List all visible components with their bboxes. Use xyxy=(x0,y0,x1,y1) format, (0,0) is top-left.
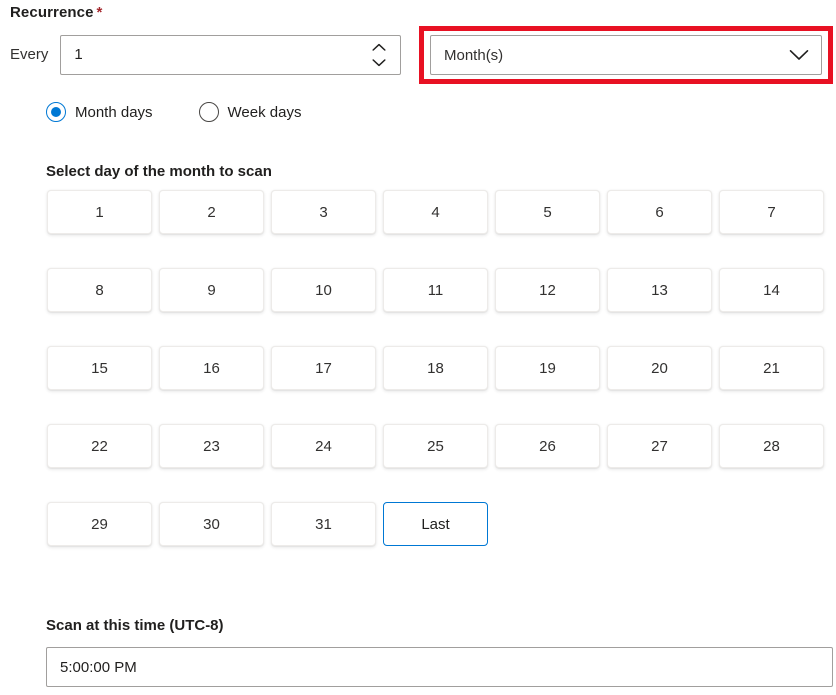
day-cell-23[interactable]: 23 xyxy=(159,424,264,468)
required-asterisk: * xyxy=(97,4,103,21)
scan-time-label: Scan at this time (UTC-8) xyxy=(46,617,224,634)
day-cell-13[interactable]: 13 xyxy=(607,268,712,312)
recurrence-unit-dropdown[interactable]: Month(s) xyxy=(430,35,822,75)
day-picker-grid: 1234567891011121314151617181920212223242… xyxy=(47,190,824,546)
day-cell-7[interactable]: 7 xyxy=(719,190,824,234)
chevron-down-icon xyxy=(783,49,815,61)
day-cell-17[interactable]: 17 xyxy=(271,346,376,390)
day-cell-20[interactable]: 20 xyxy=(607,346,712,390)
spinner-up-icon[interactable] xyxy=(369,40,389,55)
day-cell-1[interactable]: 1 xyxy=(47,190,152,234)
day-cell-5[interactable]: 5 xyxy=(495,190,600,234)
recurrence-mode-radio-group: Month days Week days xyxy=(46,102,301,122)
recurrence-interval-spinner[interactable] xyxy=(60,35,401,75)
radio-indicator-month-days xyxy=(46,102,66,122)
day-cell-31[interactable]: 31 xyxy=(271,502,376,546)
every-label: Every xyxy=(10,35,48,75)
day-cell-4[interactable]: 4 xyxy=(383,190,488,234)
day-cell-3[interactable]: 3 xyxy=(271,190,376,234)
radio-option-month-days[interactable]: Month days xyxy=(46,102,153,122)
day-cell-last[interactable]: Last xyxy=(383,502,488,546)
day-cell-21[interactable]: 21 xyxy=(719,346,824,390)
day-cell-15[interactable]: 15 xyxy=(47,346,152,390)
spinner-down-icon[interactable] xyxy=(369,55,389,70)
radio-indicator-week-days xyxy=(199,102,219,122)
day-cell-22[interactable]: 22 xyxy=(47,424,152,468)
day-cell-26[interactable]: 26 xyxy=(495,424,600,468)
day-cell-24[interactable]: 24 xyxy=(271,424,376,468)
scan-time-field[interactable] xyxy=(46,647,833,687)
scan-time-input[interactable] xyxy=(47,649,832,685)
day-picker-heading: Select day of the month to scan xyxy=(46,163,272,180)
day-cell-28[interactable]: 28 xyxy=(719,424,824,468)
radio-option-week-days[interactable]: Week days xyxy=(199,102,302,122)
spinner-buttons xyxy=(368,36,390,74)
day-cell-11[interactable]: 11 xyxy=(383,268,488,312)
day-cell-29[interactable]: 29 xyxy=(47,502,152,546)
day-cell-14[interactable]: 14 xyxy=(719,268,824,312)
recurrence-section-title: Recurrence* xyxy=(10,4,102,21)
day-cell-9[interactable]: 9 xyxy=(159,268,264,312)
radio-label-month-days: Month days xyxy=(75,104,153,121)
recurrence-title-text: Recurrence xyxy=(10,4,94,21)
recurrence-interval-row: Every xyxy=(10,35,401,75)
day-cell-18[interactable]: 18 xyxy=(383,346,488,390)
day-cell-19[interactable]: 19 xyxy=(495,346,600,390)
radio-dot xyxy=(51,107,61,117)
day-cell-27[interactable]: 27 xyxy=(607,424,712,468)
day-cell-8[interactable]: 8 xyxy=(47,268,152,312)
day-cell-10[interactable]: 10 xyxy=(271,268,376,312)
radio-label-week-days: Week days xyxy=(228,104,302,121)
day-cell-16[interactable]: 16 xyxy=(159,346,264,390)
day-cell-2[interactable]: 2 xyxy=(159,190,264,234)
recurrence-unit-value: Month(s) xyxy=(431,47,783,64)
day-cell-12[interactable]: 12 xyxy=(495,268,600,312)
recurrence-interval-input[interactable] xyxy=(61,37,361,73)
day-cell-25[interactable]: 25 xyxy=(383,424,488,468)
day-cell-30[interactable]: 30 xyxy=(159,502,264,546)
day-cell-6[interactable]: 6 xyxy=(607,190,712,234)
